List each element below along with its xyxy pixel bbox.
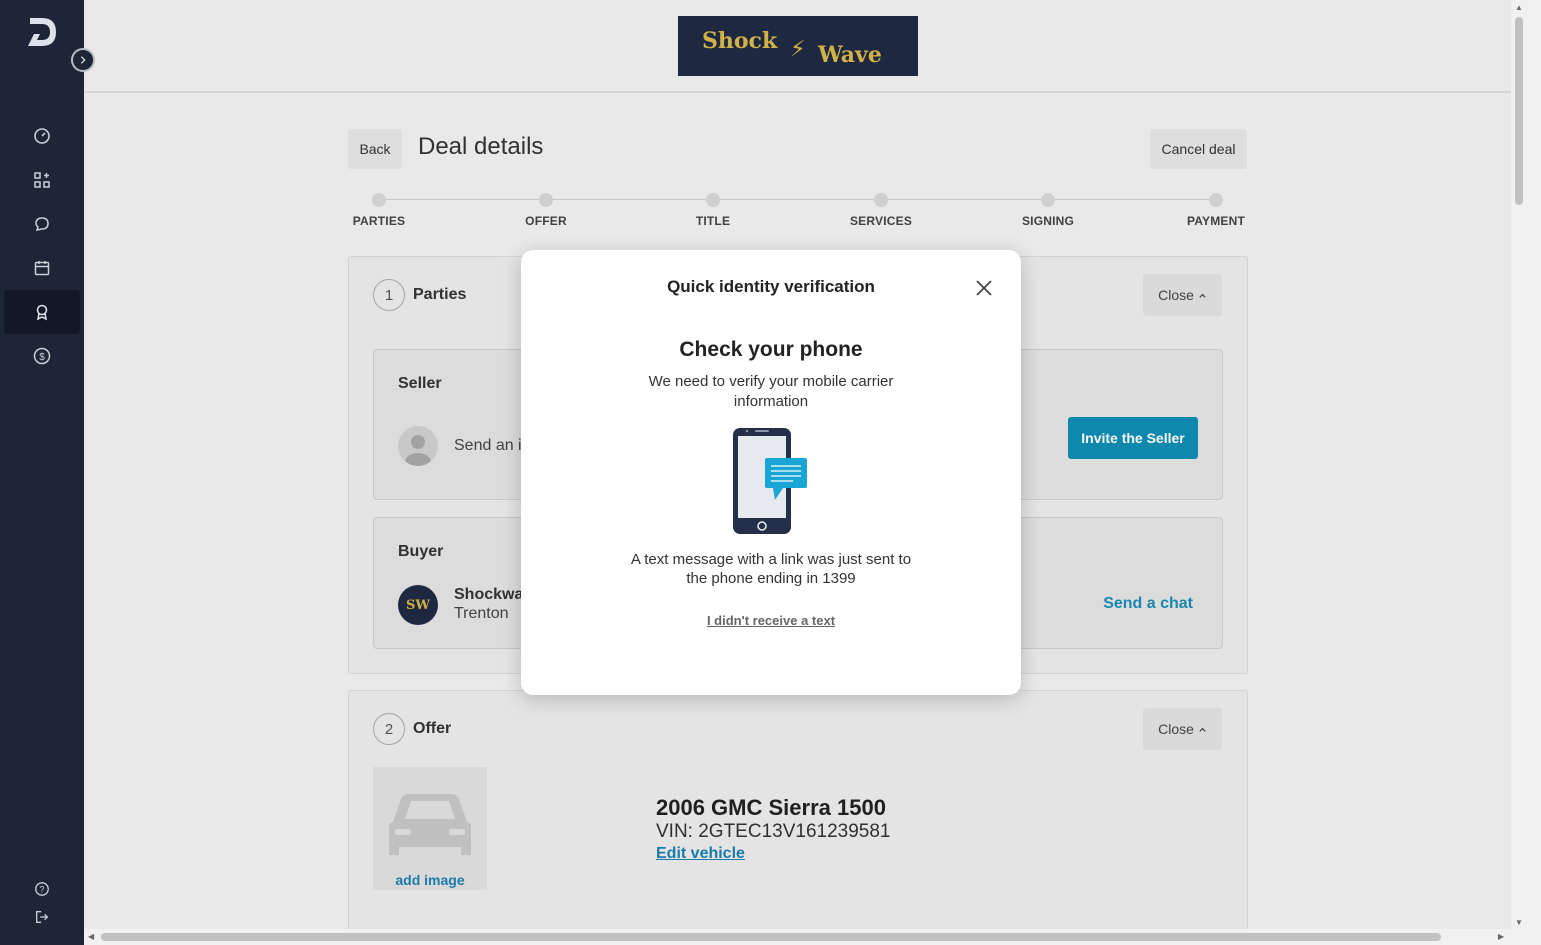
logout-icon [36,911,49,923]
sidebar-item-chat[interactable] [4,202,80,246]
scroll-left-icon[interactable]: ◀ [88,932,94,941]
scroll-right-icon[interactable]: ▶ [1498,932,1504,941]
sidebar-item-dashboard[interactable] [4,114,80,158]
horizontal-scrollbar[interactable]: ◀ ▶ [84,929,1511,945]
scroll-down-icon[interactable]: ▼ [1513,918,1525,928]
sidebar-expand-button[interactable] [71,48,95,72]
logo-icon[interactable] [24,14,60,50]
dashboard-icon [34,128,50,144]
sidebar-item-payments[interactable]: $ [4,334,80,378]
scroll-up-icon[interactable]: ▲ [1513,3,1525,13]
modal-message: A text message with a link was just sent… [630,551,912,587]
horizontal-scroll-thumb[interactable] [101,933,1441,941]
dollar-icon: $ [33,347,51,365]
logout-button[interactable] [4,904,80,930]
modal-close-button[interactable] [973,277,995,299]
resend-text-link[interactable]: I didn't receive a text [521,613,1021,628]
award-icon [36,304,48,321]
chevron-right-icon [80,56,86,64]
modal-heading: Check your phone [679,338,863,361]
sidebar-item-deals[interactable] [4,290,80,334]
svg-text:?: ? [40,885,45,895]
modal-subtitle: We need to verify your mobile carrier in… [648,373,894,410]
svg-text:$: $ [39,352,45,363]
sidebar-item-calendar[interactable] [4,246,80,290]
phone-icon [731,426,811,536]
modal-title: Quick identity verification [667,277,875,296]
sidebar-item-apps[interactable] [4,158,80,202]
sidebar: $ ? [0,0,84,945]
chat-icon [35,217,49,231]
vertical-scroll-thumb[interactable] [1515,17,1523,205]
help-button[interactable]: ? [4,876,80,902]
calendar-icon [34,261,50,276]
close-icon [976,280,992,296]
help-icon: ? [35,882,49,896]
apps-icon [34,172,50,188]
identity-verification-modal: Quick identity verification Check your p… [521,250,1021,695]
vertical-scrollbar[interactable]: ▲ ▼ [1511,0,1541,945]
